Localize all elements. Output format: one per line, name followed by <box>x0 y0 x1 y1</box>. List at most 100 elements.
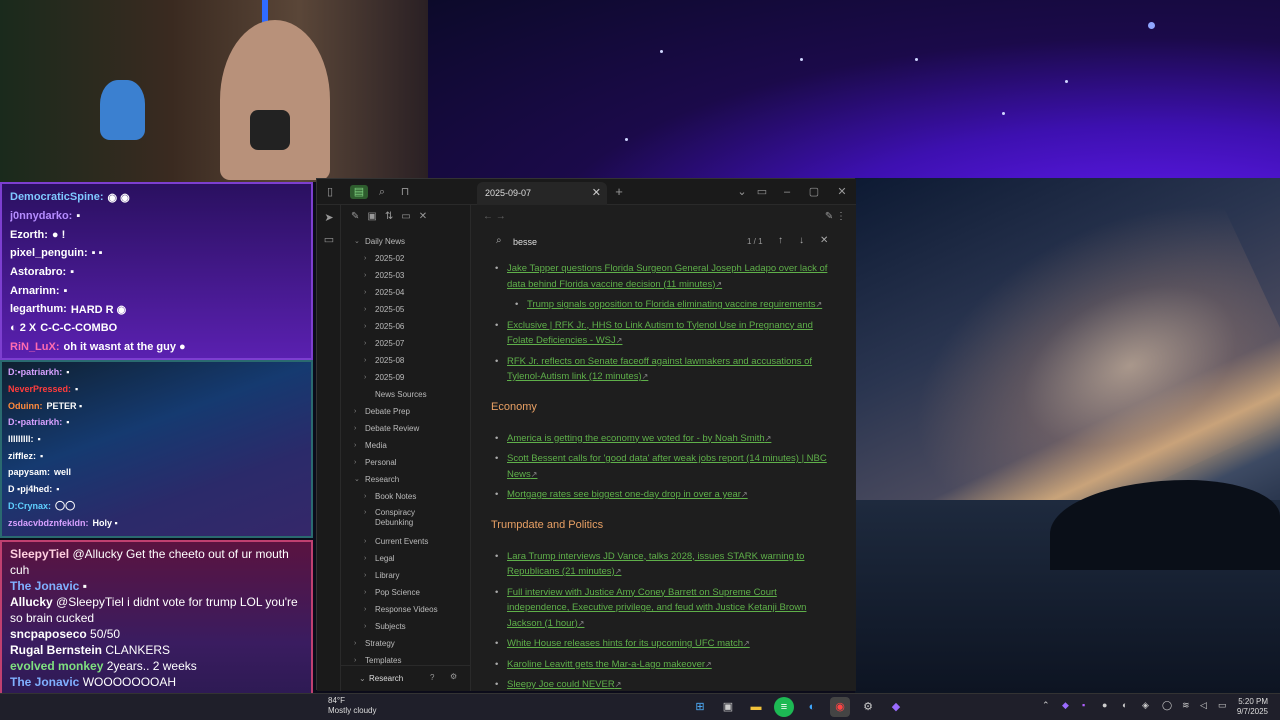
close-icon[interactable]: ✕ <box>592 186 601 199</box>
folder-item[interactable]: › Debate Prep <box>341 403 466 420</box>
folder-item[interactable]: › Book Notes <box>341 488 466 505</box>
chevron-right-icon[interactable]: › <box>364 567 366 584</box>
folder-item[interactable]: › Personal <box>341 454 466 471</box>
sidebar-toggle-icon[interactable]: ▯ <box>323 185 337 199</box>
chevron-up-icon[interactable]: ⌃ <box>1042 700 1050 711</box>
close-icon[interactable]: ✕ <box>820 235 828 246</box>
close-icon[interactable]: ✕ <box>419 211 427 222</box>
article-link[interactable]: Exclusive | RFK Jr., HHS to Link Autism … <box>491 318 831 349</box>
spotify-icon[interactable]: ≡ <box>774 697 794 717</box>
bookmark-icon[interactable]: ⊓ <box>398 185 412 199</box>
chat-username[interactable]: D:▪patriarkh: <box>8 417 62 427</box>
folder-item[interactable]: › 2025-02 <box>341 250 466 267</box>
chat-username[interactable]: D:Crynax: <box>8 501 51 511</box>
edge-icon[interactable]: ◐ <box>802 697 822 717</box>
chat-username[interactable]: zsdacvbdznfekldn: <box>8 518 89 528</box>
chevron-right-icon[interactable]: › <box>364 250 366 267</box>
layout-icon[interactable]: ▭ <box>755 185 769 199</box>
chat-username[interactable]: SleepyTiel <box>10 547 69 561</box>
search-input[interactable]: besse <box>513 237 537 247</box>
chat-username[interactable]: Oduinn: <box>8 401 43 411</box>
folder-item[interactable]: › Media <box>341 437 466 454</box>
folder-item[interactable]: › Conspiracy Debunking <box>341 505 466 533</box>
task-view-icon[interactable]: ▣ <box>718 697 738 717</box>
collapse-icon[interactable]: ▭ <box>401 211 410 222</box>
folder-item[interactable]: › 2025-08 <box>341 352 466 369</box>
search-icon[interactable]: ⌕ <box>375 185 389 199</box>
chat-username[interactable]: Arnarinn: <box>10 285 60 297</box>
folder-item[interactable]: › Response Videos <box>341 601 466 618</box>
chevron-right-icon[interactable]: › <box>364 318 366 335</box>
article-link[interactable]: Scott Bessent calls for 'good data' afte… <box>491 451 831 482</box>
new-tab-icon[interactable]: + <box>612 185 626 199</box>
chat-username[interactable]: evolved monkey <box>10 659 103 673</box>
chat-username[interactable]: NeverPressed: <box>8 384 71 394</box>
chat-username[interactable]: lllllllll: <box>8 434 34 444</box>
folder-icon[interactable]: ▤ <box>350 185 368 199</box>
folder-item[interactable]: › 2025-07 <box>341 335 466 352</box>
chevron-right-icon[interactable]: › <box>364 352 366 369</box>
chevron-right-icon[interactable]: › <box>364 601 366 618</box>
file-explorer-icon[interactable]: ▬ <box>746 697 766 717</box>
article-link[interactable]: Mortgage rates see biggest one-day drop … <box>491 487 831 503</box>
article-link[interactable]: White House releases hints for its upcom… <box>491 636 831 652</box>
pages-icon[interactable]: ▭ <box>322 233 336 247</box>
wifi-icon[interactable]: ≋ <box>1182 700 1190 711</box>
folder-item[interactable]: › 2025-04 <box>341 284 466 301</box>
chevron-right-icon[interactable]: › <box>364 618 366 635</box>
chat-username[interactable]: sncpaposeco <box>10 627 87 641</box>
chrome-icon[interactable]: ◉ <box>830 697 850 717</box>
article-link[interactable]: America is getting the economy we voted … <box>491 431 831 447</box>
chevron-right-icon[interactable]: › <box>364 301 366 318</box>
chat-username[interactable]: RiN_LuX: <box>10 341 60 353</box>
folder-item[interactable]: News Sources <box>341 386 466 403</box>
arrow-down-icon[interactable]: ↓ <box>799 235 804 246</box>
edit-more-icon[interactable]: ✎ ⋮ <box>825 211 846 222</box>
chat-username[interactable]: Astorabro: <box>10 266 66 278</box>
article-link[interactable]: Sleepy Joe could NEVER↗ <box>491 677 831 691</box>
new-note-icon[interactable]: ✎ <box>351 211 359 222</box>
send-icon[interactable]: ➤ <box>322 211 336 225</box>
chevron-right-icon[interactable]: › <box>354 635 356 652</box>
chevron-down-icon[interactable]: ⌄ <box>354 471 360 488</box>
chat-username[interactable]: zifflez: <box>8 451 36 461</box>
battery-icon[interactable]: ▭ <box>1218 700 1227 711</box>
chat-username[interactable]: The Jonavic <box>10 579 79 593</box>
folder-item[interactable]: › Pop Science <box>341 584 466 601</box>
maximize-icon[interactable]: ▢ <box>807 185 821 199</box>
folder-item[interactable]: › Legal <box>341 550 466 567</box>
folder-item[interactable]: › Library <box>341 567 466 584</box>
article-link[interactable]: Full interview with Justice Amy Coney Ba… <box>491 585 831 632</box>
article-link[interactable]: Jake Tapper questions Florida Surgeon Ge… <box>491 261 831 292</box>
chevron-right-icon[interactable]: › <box>364 369 366 386</box>
chat-username[interactable]: The Jonavic <box>10 675 79 689</box>
chat-username[interactable]: pixel_penguin: <box>10 247 88 259</box>
chevron-right-icon[interactable]: › <box>354 403 356 420</box>
chevron-down-icon[interactable]: ⌄ <box>735 185 749 199</box>
tray-app-icon[interactable]: ◯ <box>1162 700 1172 711</box>
tray-app-icon[interactable]: ◆ <box>1062 700 1069 711</box>
folder-item[interactable]: › Strategy <box>341 635 466 652</box>
minimize-icon[interactable]: – <box>780 185 794 199</box>
gear-icon[interactable]: ⚙ <box>450 672 457 681</box>
chat-username[interactable]: legarthum: <box>10 303 67 315</box>
chevron-right-icon[interactable]: › <box>364 533 366 550</box>
folder-item[interactable]: › Subjects <box>341 618 466 635</box>
tray-app-icon[interactable]: ▪ <box>1082 700 1085 710</box>
chat-username[interactable]: ◐ 2 X <box>10 322 36 334</box>
app-icon[interactable]: ⚙ <box>858 697 878 717</box>
chevron-down-icon[interactable]: ⌄ <box>354 233 360 250</box>
steam-icon[interactable]: ● <box>1102 700 1107 710</box>
folder-item[interactable]: › 2025-05 <box>341 301 466 318</box>
article-link[interactable]: RFK Jr. reflects on Senate faceoff again… <box>491 354 831 385</box>
volume-icon[interactable]: ◁ <box>1200 700 1207 711</box>
chevron-right-icon[interactable]: › <box>364 335 366 352</box>
folder-item[interactable]: › Debate Review <box>341 420 466 437</box>
folder-item[interactable]: › 2025-06 <box>341 318 466 335</box>
chevron-right-icon[interactable]: › <box>354 420 356 437</box>
tray-app-icon[interactable]: ◈ <box>1142 700 1149 711</box>
chevron-right-icon[interactable]: › <box>364 508 366 518</box>
chat-username[interactable]: D:▪patriarkh: <box>8 367 62 377</box>
weather-widget[interactable]: 84°F Mostly cloudy <box>328 696 376 716</box>
article-link[interactable]: Trump signals opposition to Florida elim… <box>491 297 831 313</box>
